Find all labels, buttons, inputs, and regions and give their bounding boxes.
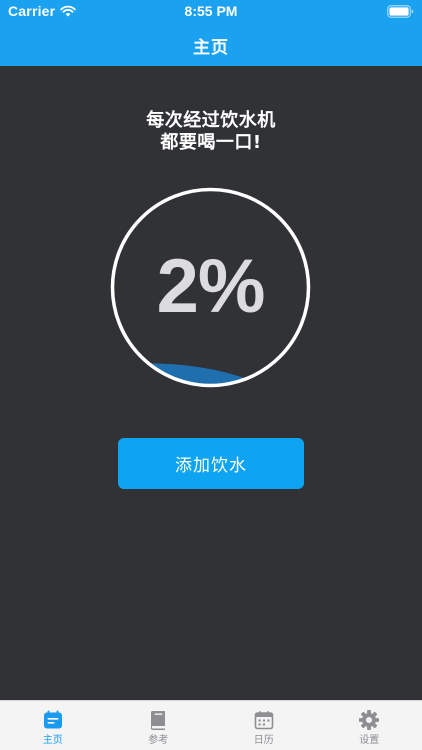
tab-reference-label: 参考 [148,735,169,746]
tab-bar: 主页 参考 日历 设置 [0,700,422,750]
gear-icon [359,710,380,730]
tab-settings[interactable]: 设置 [317,701,422,750]
progress-percent: 2% [156,244,266,329]
book-icon [151,711,166,730]
status-time: 8:55 PM [184,3,238,19]
tab-calendar-label: 日历 [253,735,274,746]
add-water-button[interactable]: 添加饮水 [118,438,304,489]
status-bar: Carrier 8:55 PM [0,0,422,22]
slogan-line-1: 每次经过饮水机 [146,110,276,131]
slogan: 每次经过饮水机 都要喝一口! [0,110,422,154]
tab-calendar[interactable]: 日历 [211,701,317,750]
slogan-line-2: 都要喝一口! [160,132,262,153]
water-progress-gauge: 2% [110,187,311,388]
tab-home-label: 主页 [42,735,63,746]
tab-reference[interactable]: 参考 [106,701,212,750]
calendar-icon [254,711,274,730]
page-title: 主页 [193,38,229,58]
tab-home[interactable]: 主页 [0,701,106,750]
home-note-icon [43,710,62,729]
header: Carrier 8:55 PM 主页 [0,0,422,66]
battery-icon [387,5,414,18]
tab-settings-label: 设置 [359,735,380,746]
